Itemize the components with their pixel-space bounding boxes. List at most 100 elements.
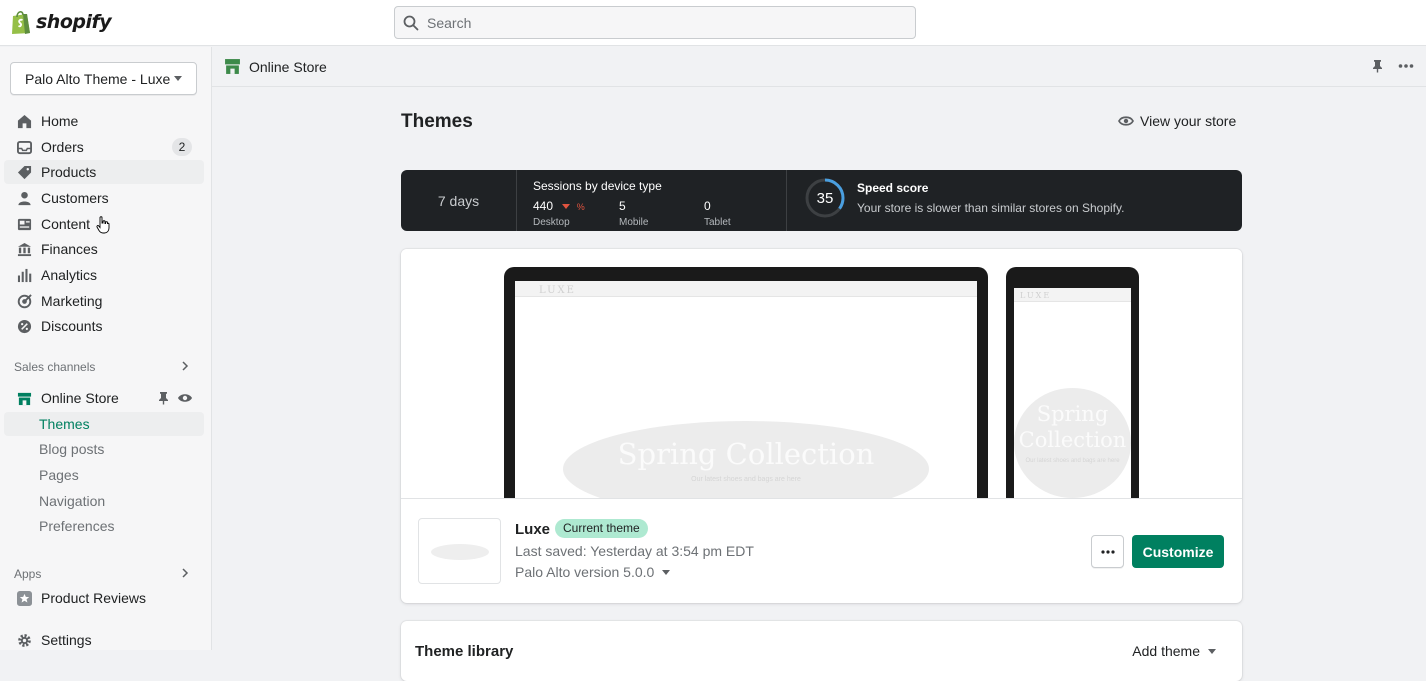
sidebar-item-customers[interactable]: Customers [4,186,204,210]
sidebar-item-label: Settings [41,632,92,648]
sidebar-item-online-store[interactable]: Online Store [4,386,204,410]
shopify-bag-icon [12,11,30,34]
breadcrumb-online-store[interactable]: Online Store [224,58,327,75]
preview-hero-title: Spring Collection [617,437,875,471]
period-selector[interactable]: 7 days [401,170,517,231]
sidebar-item-analytics[interactable]: Analytics [4,263,204,287]
desktop-change: % [576,202,585,212]
theme-version-dropdown[interactable]: Palo Alto version 5.0.0 [515,564,671,580]
breadcrumb: Online Store [212,47,1426,87]
sidebar-subitem-themes[interactable]: Themes [4,412,204,436]
current-theme-badge: Current theme [555,519,648,538]
desktop-sessions: 440 % Desktop [533,199,585,228]
speed-score-description: Your store is slower than similar stores… [857,201,1125,215]
sessions-by-device: Sessions by device type 440 % Desktop 5 … [533,179,793,228]
orders-icon [16,139,32,155]
theme-info: Luxe Current theme Last saved: Yesterday… [401,500,1242,603]
shopify-logo[interactable]: shopify [10,9,112,35]
pin-icon[interactable] [1371,59,1384,73]
mobile-value: 5 [619,199,626,213]
preview-hero-subtitle: Our latest shoes and bags are here [691,476,801,483]
eye-icon[interactable] [177,391,193,405]
theme-preview[interactable]: LUXE Spring Collection Our latest shoes … [401,249,1242,499]
sidebar-item-label: Orders [41,139,84,155]
mobile-preview: LUXE Spring Collection Our latest shoes … [1006,267,1139,498]
person-icon [16,190,32,206]
theme-library-title: Theme library [415,643,514,660]
sidebar-item-product-reviews[interactable]: Product Reviews [4,586,204,610]
sidebar-item-discounts[interactable]: Discounts [4,314,204,338]
more-horizontal-icon [1100,549,1115,554]
theme-actions-button[interactable] [1091,535,1124,568]
more-horizontal-icon[interactable] [1398,63,1414,69]
sales-channels-heading: Sales channels [14,360,96,374]
bar-chart-icon [16,267,32,283]
view-store-label: View your store [1140,113,1237,129]
tablet-value: 0 [704,199,711,213]
add-theme-button[interactable]: Add theme [1132,643,1216,659]
theme-version: Palo Alto version 5.0.0 [515,564,655,580]
search-input[interactable] [427,14,907,31]
customize-button[interactable]: Customize [1132,535,1224,568]
sidebar-item-orders[interactable]: Orders 2 [4,135,204,159]
header-actions [1371,59,1414,73]
sidebar-item-label: Finances [41,241,98,257]
chevron-right-icon[interactable] [180,568,190,578]
hand-cursor-icon [96,216,110,234]
desktop-preview: LUXE Spring Collection Our latest shoes … [504,267,988,498]
eye-icon [1118,116,1134,126]
view-store-link[interactable]: View your store [1118,113,1236,129]
theme-library-card: Theme library Add theme [401,621,1242,681]
divider [786,170,787,231]
sidebar-item-label: Customers [41,190,109,206]
discount-icon [16,318,32,334]
caret-down-icon [1208,648,1216,654]
desktop-value: 440 [533,199,554,213]
store-icon [225,59,240,74]
current-theme-card: LUXE Spring Collection Our latest shoes … [401,249,1242,603]
chevron-right-icon[interactable] [180,361,190,371]
apps-heading: Apps [14,567,42,581]
search-bar[interactable] [394,6,916,39]
sidebar-item-label: Product Reviews [41,590,147,606]
mobile-sessions: 5 Mobile [619,199,648,228]
desktop-label: Desktop [533,217,570,228]
sidebar-item-settings[interactable]: Settings [4,628,204,652]
sidebar-item-label: Discounts [41,318,103,334]
speed-score-gauge[interactable]: 35 [804,177,846,219]
speed-score-title: Speed score [857,181,929,195]
sidebar-item-marketing[interactable]: Marketing [4,289,204,313]
bank-icon [16,241,32,257]
sidebar-item-label: Content [41,216,91,232]
sidebar-item-products[interactable]: Products [4,160,204,184]
tablet-label: Tablet [704,217,731,228]
sidebar-item-label: Products [41,164,97,180]
orders-count-badge: 2 [172,138,192,156]
sidebar-item-home[interactable]: Home [4,109,204,133]
trend-down-icon [562,204,571,210]
sidebar-subitem-preferences[interactable]: Preferences [4,514,204,538]
sidebar-item-label: Marketing [41,293,103,309]
store-selector[interactable]: Palo Alto Theme - Luxe [10,62,197,95]
sidebar-subitem-blog-posts[interactable]: Blog posts [4,437,204,461]
caret-down-icon [662,569,671,575]
sessions-title: Sessions by device type [533,179,662,193]
sidebar: Palo Alto Theme - Luxe Home Orders 2 Pro… [0,47,212,650]
sidebar-subitem-navigation[interactable]: Navigation [4,489,204,513]
sidebar-item-label: Analytics [41,267,98,283]
theme-thumbnail [418,518,501,584]
page-title: Themes [401,111,473,132]
top-bar: shopify [0,0,1426,46]
sidebar-subitem-pages[interactable]: Pages [4,463,204,487]
pin-icon[interactable] [157,391,170,405]
theme-name: Luxe [515,521,551,538]
breadcrumb-label: Online Store [249,58,327,75]
store-name: Palo Alto Theme - Luxe [25,70,171,87]
sidebar-item-finances[interactable]: Finances [4,237,204,261]
tablet-sessions: 0 Tablet [704,199,731,228]
sidebar-item-label: Online Store [41,390,119,406]
target-icon [16,293,32,309]
store-stats-bar: 7 days Sessions by device type 440 % Des… [401,170,1242,231]
tag-icon [16,164,32,180]
speed-score-value: 35 [817,190,834,207]
